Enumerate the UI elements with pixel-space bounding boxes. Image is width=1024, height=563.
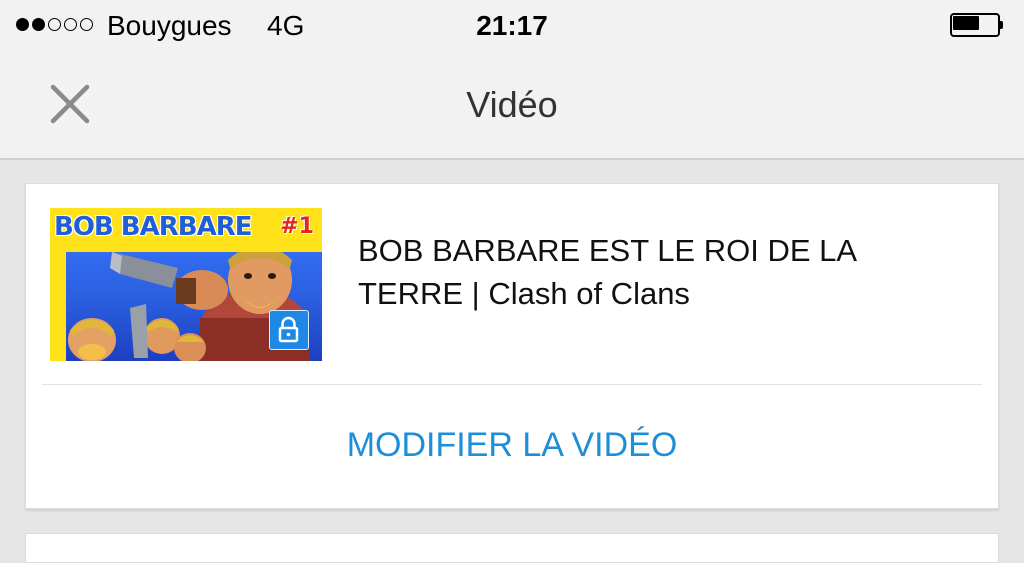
battery-level <box>953 16 979 30</box>
divider <box>42 384 982 385</box>
lock-badge <box>269 310 309 350</box>
status-bar: Bouygues 4G 21:17 <box>0 0 1024 52</box>
status-time: 21:17 <box>476 10 548 41</box>
thumbnail-episode: #1 <box>280 214 314 239</box>
page-title: Vidéo <box>466 84 558 125</box>
next-card <box>25 533 999 563</box>
top-bar: Bouygues 4G 21:17 Vidéo <box>0 0 1024 160</box>
thumbnail-title: BOB BARBARE <box>54 212 252 242</box>
video-card: BOB BARBARE #1 BOB BARBARE EST LE ROI DE… <box>25 183 999 509</box>
edit-video-button[interactable]: MODIFIER LA VIDÉO <box>26 426 998 465</box>
video-title[interactable]: BOB BARBARE EST LE ROI DE LA TERRE | Cla… <box>358 229 968 315</box>
battery-icon <box>950 13 1004 37</box>
lock-icon <box>278 316 299 343</box>
video-thumbnail[interactable]: BOB BARBARE #1 <box>50 208 322 361</box>
